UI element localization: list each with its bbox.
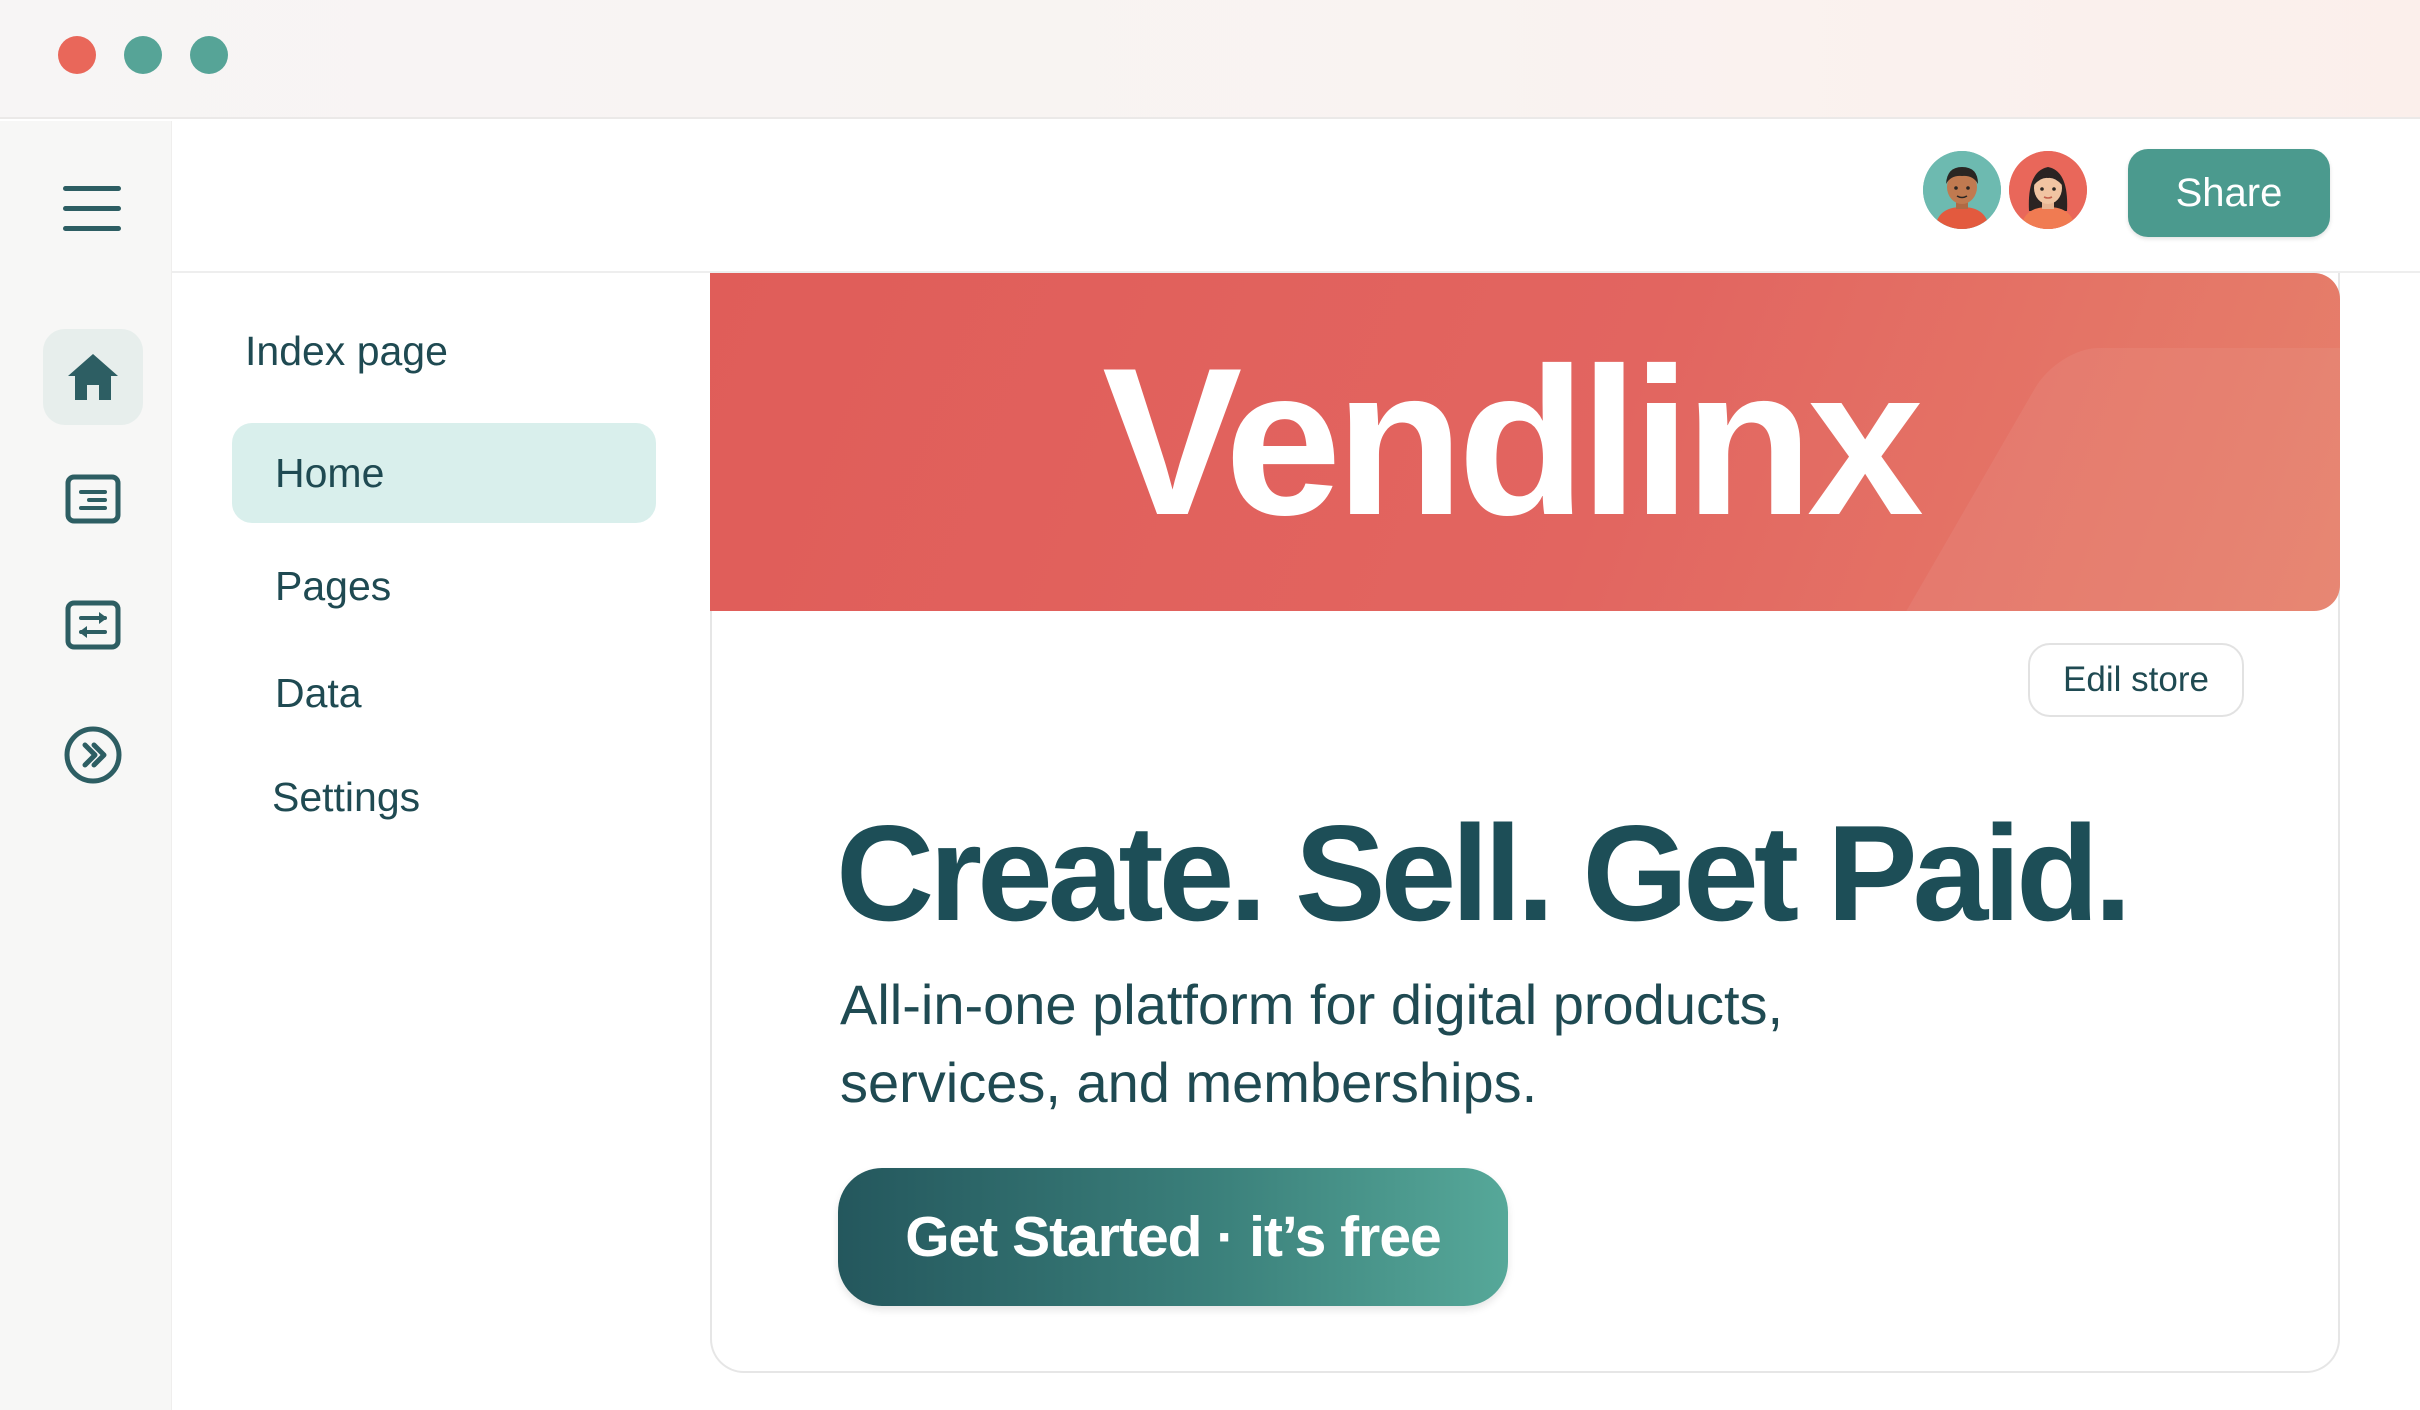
edit-store-button[interactable]: Edil store xyxy=(2028,643,2244,717)
hero-subheadline: All-in-one platform for digital products… xyxy=(840,966,2040,1122)
hero-headline: Create. Sell. Get Paid. xyxy=(836,797,2132,949)
page-title: Index page xyxy=(245,328,448,374)
sidebar-item-pages[interactable]: Pages xyxy=(232,536,656,636)
store-brand-logo: Vendlinx xyxy=(1102,324,1924,559)
document-icon xyxy=(65,474,121,524)
share-button[interactable]: Share xyxy=(2128,149,2330,237)
rail-home-button[interactable] xyxy=(43,329,143,425)
sidebar-item-settings[interactable]: Settings xyxy=(232,747,656,847)
close-window-button[interactable] xyxy=(58,36,96,74)
sidebar-item-label: Home xyxy=(275,449,385,496)
menu-button[interactable] xyxy=(43,161,143,257)
person-male-icon xyxy=(1923,151,2001,229)
collaborator-avatar[interactable] xyxy=(1920,148,2004,232)
menu-icon xyxy=(63,186,121,231)
sidebar-item-home[interactable]: Home xyxy=(232,423,656,523)
sidebar-item-label: Data xyxy=(275,669,362,716)
person-female-icon xyxy=(2009,151,2087,229)
minimize-window-button[interactable] xyxy=(124,36,162,74)
home-icon xyxy=(68,354,118,400)
rail-transfers-button[interactable] xyxy=(43,577,143,673)
sidebar-item-label: Pages xyxy=(275,562,392,609)
forward-circle-icon xyxy=(64,726,122,784)
maximize-window-button[interactable] xyxy=(190,36,228,74)
sidebar-item-label: Settings xyxy=(272,773,421,820)
get-started-button[interactable]: Get Started · it’s free xyxy=(838,1168,1508,1306)
icon-rail xyxy=(0,121,172,1410)
hero-subheadline-line: services, and memberships. xyxy=(840,1051,1538,1114)
collaborator-avatar[interactable] xyxy=(2006,148,2090,232)
hero-subheadline-line: All-in-one platform for digital products… xyxy=(840,973,1784,1036)
sidebar-item-data[interactable]: Data xyxy=(232,643,656,743)
rail-documents-button[interactable] xyxy=(43,451,143,547)
window-titlebar xyxy=(0,0,2420,119)
store-banner: Vendlinx xyxy=(710,273,2340,611)
rail-forward-button[interactable] xyxy=(43,707,143,803)
transfer-icon xyxy=(65,600,121,650)
